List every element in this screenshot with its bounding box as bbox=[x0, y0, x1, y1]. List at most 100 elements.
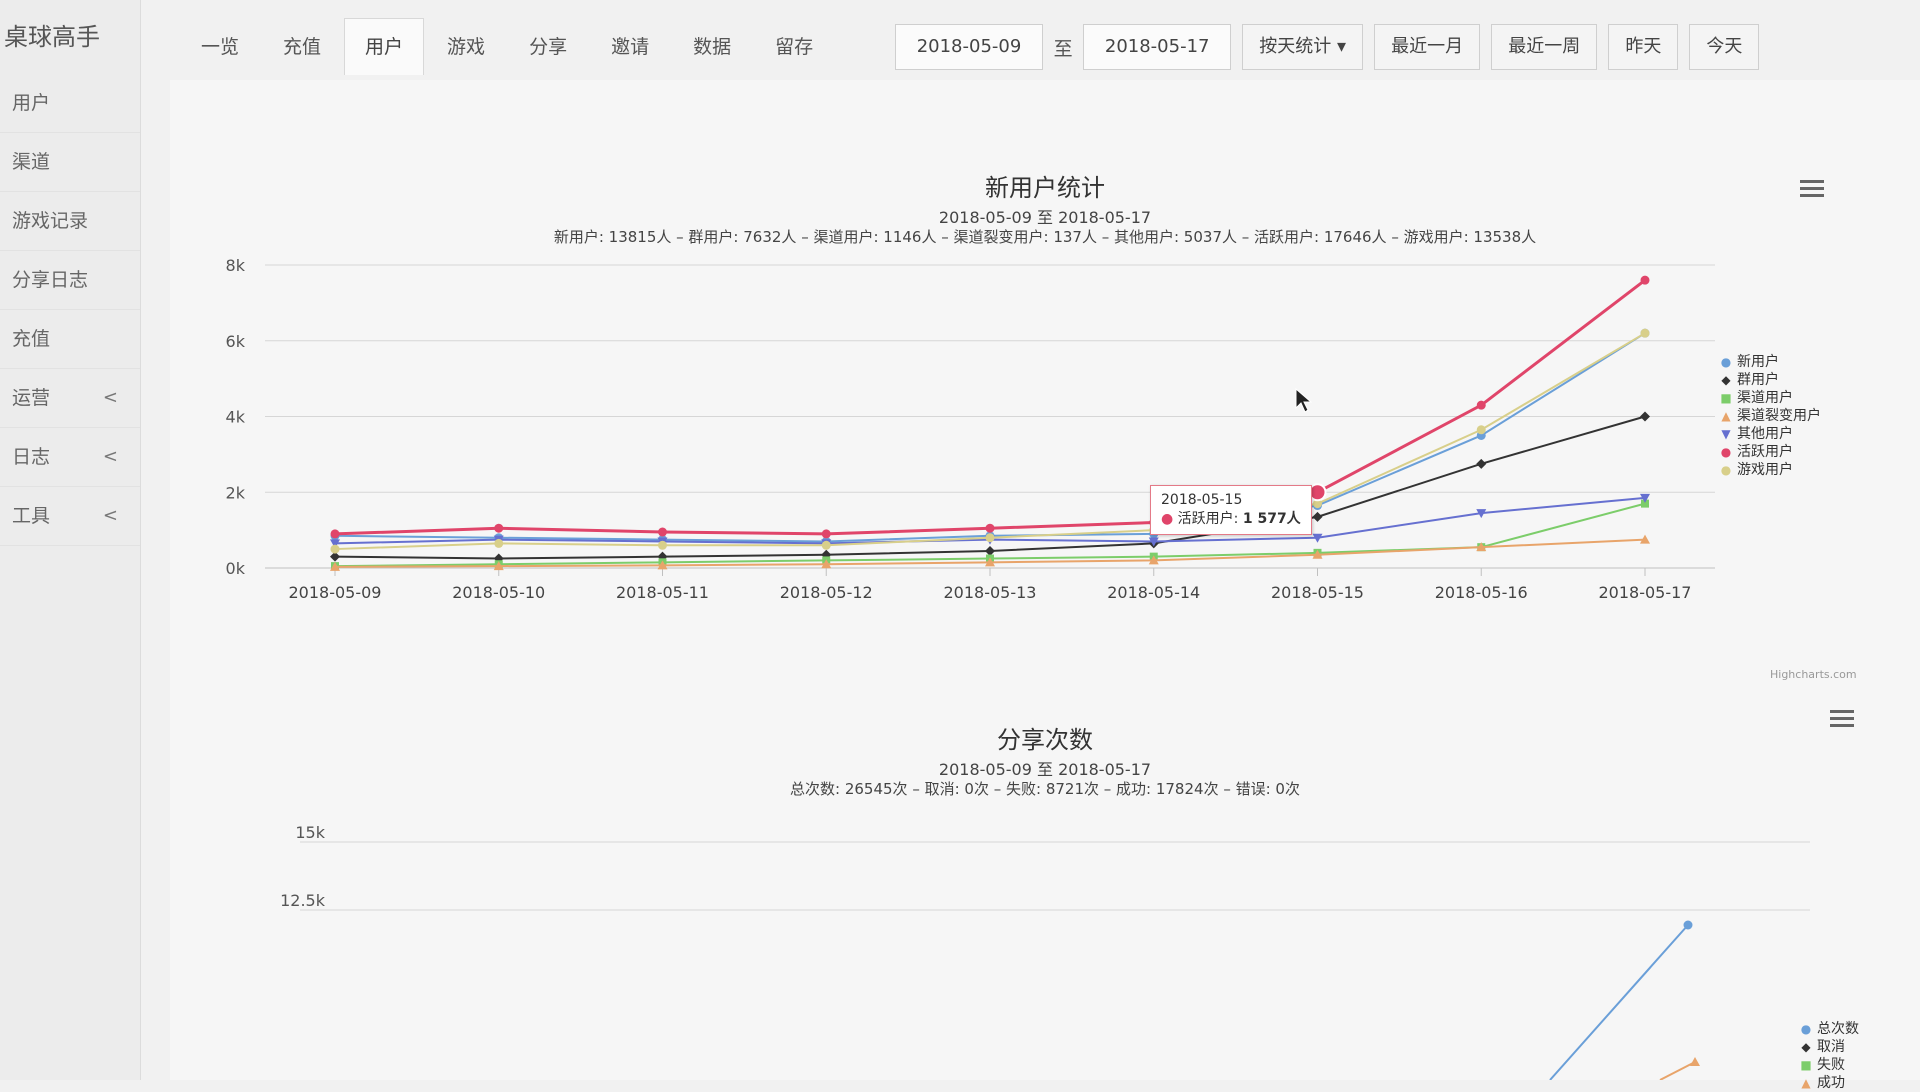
legend-item[interactable]: ● 活跃用户 bbox=[1715, 443, 1821, 461]
sidebar-item[interactable]: 运营 < bbox=[0, 369, 140, 428]
x-tick-label: 2018-05-14 bbox=[1107, 583, 1200, 602]
tab[interactable]: 用户 bbox=[344, 18, 425, 75]
data-point[interactable] bbox=[330, 544, 340, 554]
new-users-plot: 0k 2k 4k 6k 8k 2018-05-09 2018-05-10 2018-05-11… bbox=[226, 256, 1715, 602]
sidebar-item[interactable]: 分享日志 bbox=[0, 251, 140, 310]
data-point[interactable] bbox=[658, 540, 667, 550]
data-point[interactable] bbox=[1690, 1057, 1700, 1066]
data-point[interactable] bbox=[985, 545, 995, 556]
legend-symbol-icon: ● bbox=[1800, 1022, 1812, 1036]
sidebar-item[interactable]: 用户 bbox=[0, 74, 140, 133]
x-tick-label: 2018-05-09 bbox=[289, 583, 382, 602]
legend-item[interactable]: ◆ 取消 bbox=[1795, 1038, 1859, 1056]
data-point[interactable] bbox=[821, 540, 831, 550]
today-button[interactable]: 今天 bbox=[1689, 24, 1760, 70]
legend-symbol-icon: ● bbox=[1720, 463, 1732, 477]
series-line[interactable] bbox=[1549, 924, 1689, 1080]
y-tick-label: 6k bbox=[226, 332, 246, 351]
legend-label: 渠道裂变用户 bbox=[1737, 408, 1821, 424]
y-tick-label: 12.5k bbox=[280, 891, 326, 910]
tab[interactable]: 一览 bbox=[180, 18, 260, 75]
sidebar-item[interactable]: 充值 bbox=[0, 310, 140, 369]
legend-item[interactable]: ● 游戏用户 bbox=[1715, 461, 1821, 479]
tab[interactable]: 充值 bbox=[262, 18, 342, 75]
tooltip-value: 1 577人 bbox=[1242, 511, 1301, 527]
last-week-button[interactable]: 最近一周 bbox=[1491, 24, 1598, 70]
shares-plot: 12.5k 15k bbox=[280, 823, 1810, 1080]
data-point[interactable] bbox=[658, 527, 667, 537]
tab[interactable]: 数据 bbox=[672, 18, 752, 75]
start-date-input[interactable]: 2018-05-09 bbox=[895, 24, 1043, 70]
x-tick-label: 2018-05-16 bbox=[1435, 583, 1528, 602]
tab[interactable]: 游戏 bbox=[426, 18, 506, 75]
tooltip-series: 活跃用户 bbox=[1177, 511, 1234, 527]
date-range-separator: 至 bbox=[1053, 37, 1073, 60]
data-point[interactable] bbox=[985, 523, 995, 533]
legend-item[interactable]: ● 总次数 bbox=[1795, 1020, 1859, 1038]
group-by-dropdown[interactable]: 按天统计 ▾ bbox=[1242, 24, 1364, 70]
sidebar-item-label: 运营 bbox=[12, 387, 51, 409]
legend-label: 活跃用户 bbox=[1737, 444, 1793, 460]
y-tick-label: 8k bbox=[226, 256, 246, 275]
data-point[interactable] bbox=[1640, 411, 1650, 422]
data-point[interactable] bbox=[1476, 425, 1486, 435]
sidebar-item[interactable]: 日志 < bbox=[0, 428, 140, 487]
sidebar-item[interactable]: 游戏记录 bbox=[0, 192, 140, 251]
sidebar-item[interactable]: 工具 < bbox=[0, 487, 140, 546]
chart-legend: ● 新用户 ◆ 群用户 ■ 渠道用户 ▲ 渠道裂变用户 ▼ 其他用户 ● 活跃用户 ● 游戏用户 bbox=[1715, 353, 1821, 479]
series-line[interactable] bbox=[334, 332, 1646, 551]
data-point[interactable] bbox=[1312, 511, 1323, 522]
legend-item[interactable]: ◆ 群用户 bbox=[1715, 371, 1821, 389]
data-point[interactable] bbox=[1476, 400, 1486, 410]
data-point[interactable] bbox=[1640, 275, 1650, 285]
legend-item[interactable]: ■ 失败 bbox=[1795, 1056, 1859, 1074]
x-tick-label: 2018-05-12 bbox=[780, 583, 873, 602]
legend-item[interactable]: ▲ 渠道裂变用户 bbox=[1715, 407, 1821, 425]
x-tick-label: 2018-05-17 bbox=[1599, 583, 1692, 602]
legend-item[interactable]: ■ 渠道用户 bbox=[1715, 389, 1821, 407]
tab[interactable]: 留存 bbox=[754, 18, 834, 75]
legend-symbol-icon: ◆ bbox=[1801, 1040, 1811, 1054]
sidebar-item-label: 分享日志 bbox=[12, 269, 89, 291]
data-point[interactable] bbox=[985, 533, 995, 543]
sidebar-item-label: 充值 bbox=[12, 328, 51, 350]
series-line[interactable] bbox=[1659, 1061, 1696, 1080]
tab[interactable]: 分享 bbox=[508, 18, 588, 75]
data-point[interactable] bbox=[330, 529, 340, 539]
end-date-input[interactable]: 2018-05-17 bbox=[1083, 24, 1232, 70]
chart-credit: Highcharts.com bbox=[1770, 668, 1857, 681]
data-point[interactable] bbox=[821, 529, 831, 539]
last-month-button[interactable]: 最近一月 bbox=[1374, 24, 1481, 70]
legend-label: 失败 bbox=[1817, 1057, 1845, 1073]
legend-item[interactable]: ● 新用户 bbox=[1715, 353, 1821, 371]
data-point[interactable] bbox=[1683, 920, 1693, 930]
chart-legend: ● 总次数 ◆ 取消 ■ 失败 ▲ 成功 bbox=[1795, 1020, 1859, 1092]
legend-label: 群用户 bbox=[1737, 372, 1779, 388]
legend-label: 新用户 bbox=[1737, 354, 1779, 370]
legend-item[interactable]: ▲ 成功 bbox=[1795, 1074, 1859, 1092]
data-point[interactable] bbox=[1640, 328, 1650, 338]
data-point[interactable] bbox=[494, 538, 504, 548]
sidebar-menu: 用户 渠道 游戏记录 分享日志 充值 运营 < 日志 < 工具 < bbox=[0, 74, 140, 546]
x-tick-label: 2018-05-15 bbox=[1271, 583, 1364, 602]
new-users-chart: 新用户统计 2018-05-09 至 2018-05-17 新用户: 13815… bbox=[170, 80, 1920, 720]
data-point[interactable] bbox=[1476, 458, 1487, 469]
hover-point[interactable] bbox=[1308, 483, 1327, 502]
sidebar-item[interactable]: 渠道 bbox=[0, 133, 140, 192]
tooltip-date: 2018-05-15 bbox=[1161, 492, 1243, 508]
yesterday-button[interactable]: 昨天 bbox=[1608, 24, 1679, 70]
legend-symbol-icon: ▲ bbox=[1721, 409, 1731, 423]
data-point[interactable] bbox=[494, 523, 504, 533]
legend-symbol-icon: ● bbox=[1720, 355, 1732, 369]
series-line[interactable] bbox=[334, 278, 1646, 536]
brand-title: 桌球高手 bbox=[4, 23, 100, 51]
tab[interactable]: 邀请 bbox=[590, 18, 670, 75]
chevron-left-icon: < bbox=[102, 387, 118, 408]
sidebar-item-label: 渠道 bbox=[12, 151, 51, 173]
x-tick-label: 2018-05-10 bbox=[452, 583, 545, 602]
sidebar-item-label: 日志 bbox=[12, 446, 51, 468]
series-line[interactable] bbox=[334, 332, 1646, 543]
date-filter: 2018-05-09 至 2018-05-17 按天统计 ▾ 最近一月 最近一周… bbox=[895, 24, 1760, 70]
legend-item[interactable]: ▼ 其他用户 bbox=[1715, 425, 1821, 443]
main-content: 新用户统计 2018-05-09 至 2018-05-17 新用户: 13815… bbox=[170, 80, 1920, 1091]
